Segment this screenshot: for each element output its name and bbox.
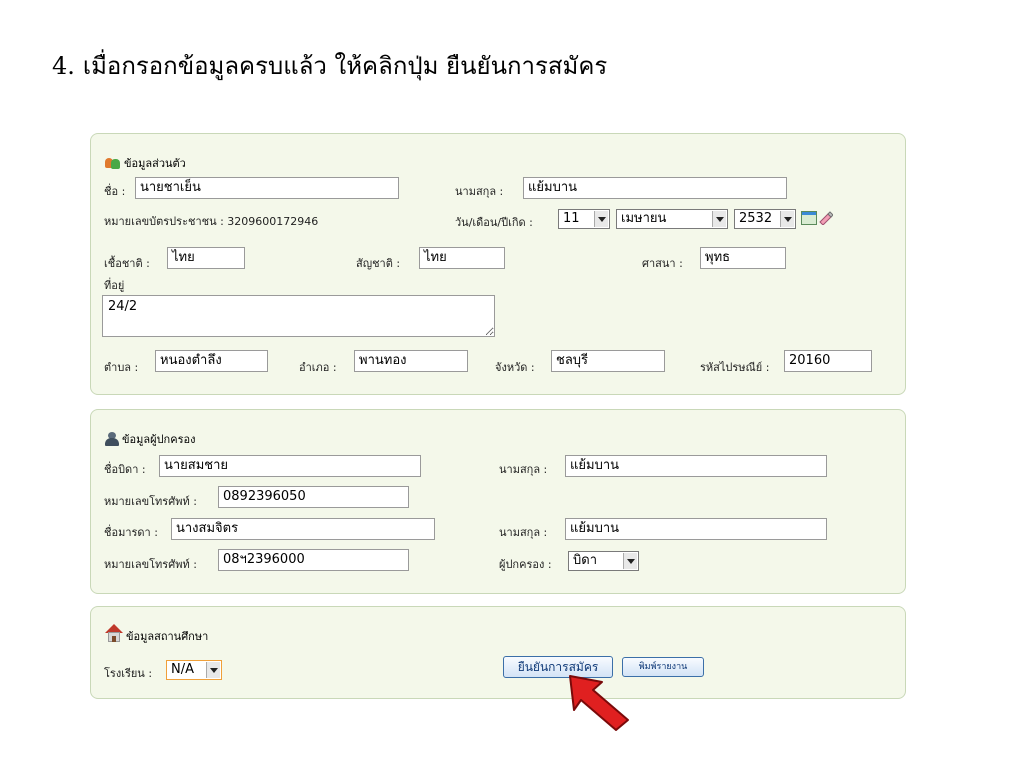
first-name-input[interactable]: นายชาเย็น: [135, 177, 399, 199]
dob-label: วัน/เดือน/ปีเกิด :: [455, 216, 533, 229]
guardian-info-title: ข้อมูลผู้ปกครอง: [105, 430, 195, 448]
chevron-down-icon: [594, 211, 608, 227]
school-info-panel: ข้อมูลสถานศึกษา โรงเรียน : N/A ยืนยันการ…: [90, 606, 906, 699]
mother-name-label: ชื่อมารดา :: [104, 526, 158, 539]
school-icon-door: [112, 636, 116, 642]
father-name-label: ชื่อบิดา :: [104, 463, 146, 476]
dob-year-value: 2532: [739, 211, 773, 226]
personal-info-panel: ข้อมูลส่วนตัว ชื่อ : นายชาเย็น นามสกุล :…: [90, 133, 906, 395]
postcode-label: รหัสไปรษณีย์ :: [700, 361, 770, 374]
red-pointer-arrow: [569, 675, 629, 731]
school-select-value: N/A: [171, 662, 194, 677]
instruction-text: เมื่อกรอกข้อมูลครบแล้ว ให้คลิกปุ่ม ยืนยั…: [82, 52, 608, 80]
dob-day-select[interactable]: 11: [558, 209, 610, 229]
father-phone-input[interactable]: 0892396050: [218, 486, 409, 508]
school-select[interactable]: N/A: [166, 660, 222, 680]
dob-day-value: 11: [563, 211, 580, 226]
chevron-down-icon: [206, 662, 220, 678]
last-name-input[interactable]: แย้มบาน: [523, 177, 787, 199]
guardian-select[interactable]: บิดา: [568, 551, 639, 571]
school-info-title-text: ข้อมูลสถานศึกษา: [126, 630, 209, 643]
mother-name-input[interactable]: นางสมจิตร: [171, 518, 435, 540]
subdistrict-label: ตำบล :: [104, 361, 139, 374]
person-icon: [105, 432, 119, 446]
nationality-input[interactable]: ไทย: [419, 247, 505, 269]
mother-phone-label: หมายเลขโทรศัพท์ :: [104, 558, 197, 571]
district-input[interactable]: พานทอง: [354, 350, 468, 372]
province-label: จังหวัด :: [495, 361, 535, 374]
personal-info-title: ข้อมูลส่วนตัว: [105, 154, 186, 172]
mother-lastname-input[interactable]: แย้มบาน: [565, 518, 827, 540]
race-input[interactable]: ไทย: [167, 247, 245, 269]
eraser-icon[interactable]: [817, 209, 833, 225]
nationality-label: สัญชาติ :: [356, 257, 401, 270]
mother-lastname-label: นามสกุล :: [499, 526, 548, 539]
id-card-text: หมายเลขบัตรประชาชน : 3209600172946: [104, 215, 319, 228]
address-label: ที่อยู่: [104, 279, 125, 292]
district-label: อำเภอ :: [299, 361, 337, 374]
school-label: โรงเรียน :: [104, 667, 153, 680]
guardian-info-title-text: ข้อมูลผู้ปกครอง: [122, 433, 196, 446]
personal-info-title-text: ข้อมูลส่วนตัว: [124, 157, 186, 170]
guardian-info-panel: ข้อมูลผู้ปกครอง ชื่อบิดา : นายสมชาย นามส…: [90, 409, 906, 594]
instruction-heading: 4. เมื่อกรอกข้อมูลครบแล้ว ให้คลิกปุ่ม ยืน…: [52, 46, 607, 85]
race-label: เชื้อชาติ :: [104, 257, 150, 270]
school-icon: [105, 624, 123, 642]
school-info-title: ข้อมูลสถานศึกษา: [105, 621, 208, 645]
last-name-label: นามสกุล :: [455, 185, 504, 198]
dob-month-select[interactable]: เมษายน: [616, 209, 728, 229]
dob-month-value: เมษายน: [621, 211, 667, 226]
father-lastname-label: นามสกุล :: [499, 463, 548, 476]
first-name-label: ชื่อ :: [104, 185, 126, 198]
religion-label: ศาสนา :: [642, 257, 683, 270]
subdistrict-input[interactable]: หนองตำลึง: [155, 350, 268, 372]
postcode-input[interactable]: 20160: [784, 350, 872, 372]
chevron-down-icon: [623, 553, 637, 569]
guardian-select-value: บิดา: [573, 553, 597, 568]
province-input[interactable]: ชลบุรี: [551, 350, 665, 372]
address-textarea[interactable]: 24/2: [102, 295, 495, 337]
guardian-label: ผู้ปกครอง :: [499, 558, 552, 571]
chevron-down-icon: [712, 211, 726, 227]
father-lastname-input[interactable]: แย้มบาน: [565, 455, 827, 477]
step-number: 4.: [52, 52, 75, 80]
people-icon: [105, 157, 121, 169]
dob-year-select[interactable]: 2532: [734, 209, 796, 229]
chevron-down-icon: [780, 211, 794, 227]
father-phone-label: หมายเลขโทรศัพท์ :: [104, 495, 197, 508]
calendar-icon[interactable]: [801, 211, 817, 225]
mother-phone-input[interactable]: 08ฯ2396000: [218, 549, 409, 571]
religion-input[interactable]: พุทธ: [700, 247, 786, 269]
father-name-input[interactable]: นายสมชาย: [159, 455, 421, 477]
